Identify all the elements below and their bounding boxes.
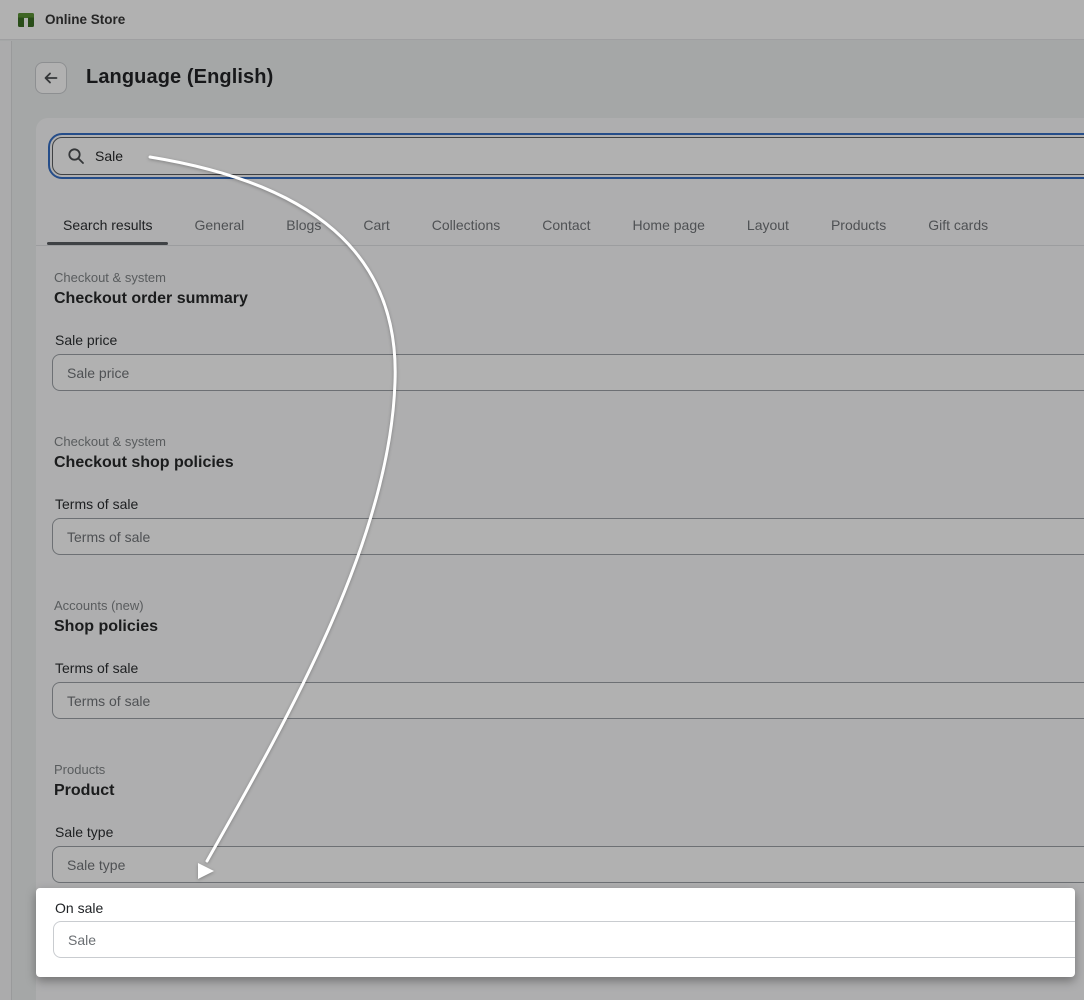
group-label: Checkout & system [54, 270, 166, 285]
page-left-edge [0, 41, 12, 1000]
topbar: Online Store [0, 0, 1084, 40]
translation-input-on-sale[interactable] [53, 921, 1075, 958]
result-section-checkout-order-summary: Checkout & system Checkout order summary… [52, 270, 1084, 392]
back-arrow-icon [43, 70, 59, 86]
tab-collections[interactable]: Collections [416, 205, 516, 245]
group-label: Products [54, 762, 105, 777]
field-label: Terms of sale [55, 660, 138, 676]
spotlight-row-on-sale: On sale [36, 888, 1075, 977]
tab-search-results[interactable]: Search results [47, 205, 168, 245]
translation-input-terms-of-sale-2[interactable] [52, 682, 1084, 719]
language-translation-page: Online Store Language (English) Search r… [0, 0, 1084, 1000]
search-input[interactable] [52, 137, 1084, 175]
tab-home-page[interactable]: Home page [617, 205, 721, 245]
tab-contact[interactable]: Contact [526, 205, 606, 245]
result-section-checkout-shop-policies: Checkout & system Checkout shop policies… [52, 434, 1084, 556]
tab-products[interactable]: Products [815, 205, 902, 245]
tab-layout[interactable]: Layout [731, 205, 805, 245]
section-heading: Shop policies [54, 618, 158, 636]
page-title: Language (English) [86, 66, 273, 89]
group-label: Checkout & system [54, 434, 166, 449]
tab-cart[interactable]: Cart [347, 205, 405, 245]
field-label: Sale price [55, 332, 117, 348]
translation-input-terms-of-sale[interactable] [52, 518, 1084, 555]
result-section-shop-policies: Accounts (new) Shop policies Terms of sa… [52, 598, 1084, 720]
section-heading: Product [54, 782, 114, 800]
field-label: Sale type [55, 824, 113, 840]
tab-gift-cards[interactable]: Gift cards [912, 205, 1004, 245]
field-label: On sale [55, 900, 103, 916]
group-label: Accounts (new) [54, 598, 144, 613]
section-heading: Checkout shop policies [54, 454, 234, 472]
tab-bar: Search results General Blogs Cart Collec… [36, 205, 1084, 246]
field-label: Terms of sale [55, 496, 138, 512]
tab-general[interactable]: General [178, 205, 260, 245]
app-label: Online Store [45, 12, 125, 27]
result-section-product: Products Product Sale type [52, 762, 1084, 884]
translation-input-sale-price[interactable] [52, 354, 1084, 391]
translation-input-sale-type[interactable] [52, 846, 1084, 883]
online-store-icon [16, 10, 36, 30]
section-heading: Checkout order summary [54, 290, 248, 308]
back-button[interactable] [35, 62, 67, 94]
tab-blogs[interactable]: Blogs [270, 205, 337, 245]
